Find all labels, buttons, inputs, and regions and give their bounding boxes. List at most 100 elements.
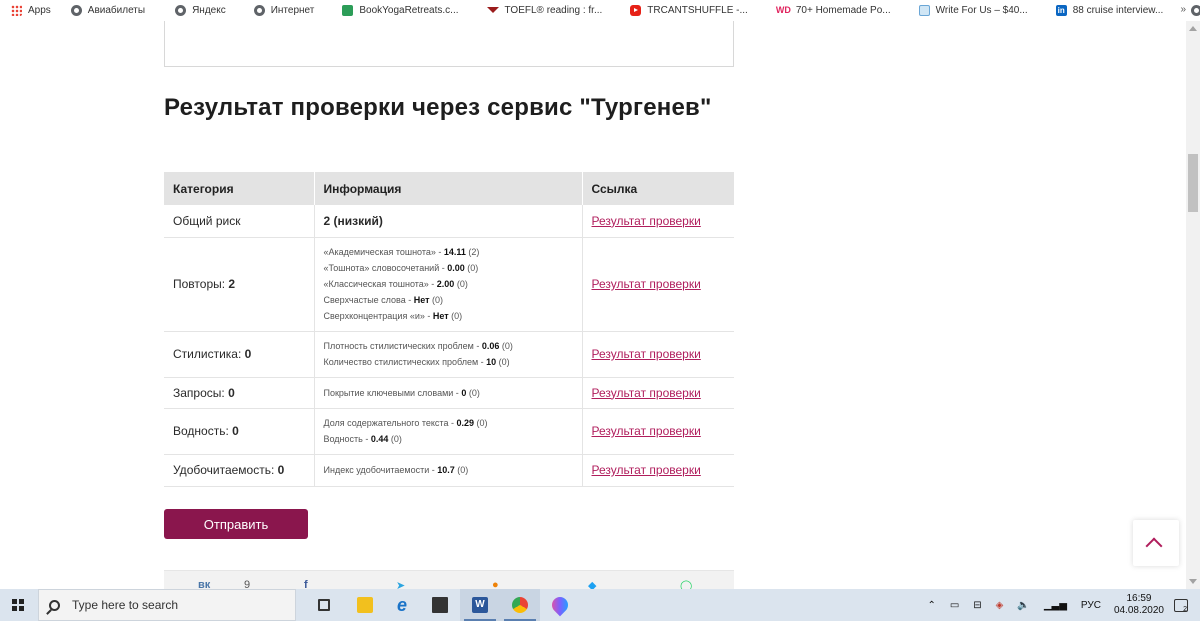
- bookyoga-icon: [342, 5, 354, 16]
- info-metric-label: Индекс удобочитаемости -: [323, 465, 438, 475]
- result-link[interactable]: Результат проверки: [592, 214, 701, 228]
- globe-icon: [253, 5, 265, 16]
- result-link[interactable]: Результат проверки: [592, 463, 701, 477]
- table-row: Водность: 0 Доля содержательного текста -…: [164, 408, 734, 455]
- result-link[interactable]: Результат проверки: [592, 277, 701, 291]
- info-cell: Плотность стилистических проблем - 0.06 …: [313, 331, 582, 378]
- system-tray: ⌃ ▭ ⊟ ◈ 🔈 ▁▃▅ РУС 16:59 04.08.2020 2: [920, 589, 1200, 621]
- taskbar-search-box[interactable]: Type here to search: [38, 589, 296, 621]
- bookmark-item[interactable]: WD 70+ Homemade Po...: [771, 0, 896, 21]
- bookmark-label: Write For Us – $40...: [935, 5, 1028, 16]
- chrome-button[interactable]: [500, 589, 540, 621]
- info-line: Сверхчастые слова - Нет (0): [324, 292, 573, 308]
- clock[interactable]: 16:59 04.08.2020: [1114, 593, 1164, 617]
- scroll-down-arrow-icon[interactable]: [1189, 579, 1197, 584]
- info-line: Количество стилистических проблем - 10 (…: [324, 354, 573, 370]
- info-metric-points: (0): [496, 357, 510, 367]
- word-button[interactable]: W: [460, 589, 500, 621]
- file-explorer-button[interactable]: [345, 589, 385, 621]
- telegram-share-icon[interactable]: ➤: [396, 579, 405, 589]
- youtube-icon: [630, 5, 642, 16]
- whatsapp-share-icon[interactable]: ◯: [680, 579, 692, 589]
- store-button[interactable]: [420, 589, 460, 621]
- bookmark-label: Apps: [28, 5, 51, 16]
- info-line: Индекс удобочитаемости - 10.7 (0): [324, 462, 573, 478]
- table-row: Стилистика: 0 Плотность стилистических пр…: [164, 331, 734, 378]
- chrome-icon: [512, 597, 528, 613]
- category-label: Общий риск: [173, 213, 241, 228]
- bookmark-item[interactable]: BookYogaRetreats.c...: [337, 0, 463, 21]
- windows-logo-icon: [12, 599, 24, 611]
- bookmark-item[interactable]: Авиабилеты: [66, 0, 150, 21]
- twitter-share-icon[interactable]: ◆: [588, 579, 596, 589]
- facebook-share-icon[interactable]: f: [304, 579, 308, 589]
- info-metric-points: (0): [448, 311, 463, 321]
- share-bar: вк 9 f ➤ ● ◆ ◯: [164, 570, 734, 589]
- input-language[interactable]: РУС: [1081, 600, 1101, 611]
- paint3d-button[interactable]: [540, 589, 580, 621]
- info-cell: 2 (низкий): [313, 205, 582, 238]
- info-metric-value: 10: [486, 357, 497, 367]
- search-placeholder: Type here to search: [72, 598, 179, 612]
- volume-icon[interactable]: 🔈: [1017, 600, 1029, 611]
- category-score: 0: [244, 347, 252, 361]
- notification-center-icon[interactable]: 2: [1174, 598, 1188, 613]
- bookmark-item[interactable]: Recruitment Services: [1186, 0, 1200, 21]
- category-score: 0: [232, 424, 239, 438]
- bookmark-item[interactable]: Интернет: [249, 0, 320, 21]
- info-metric-value: 0.44: [370, 434, 389, 444]
- wifi-signal-icon[interactable]: ▁▃▅: [1044, 600, 1067, 611]
- info-metric-value: 0.00: [447, 263, 465, 273]
- info-cell: Покрытие ключевыми словами - 0 (0): [313, 377, 582, 409]
- scrollbar-thumb[interactable]: [1188, 154, 1198, 212]
- battery-icon[interactable]: ▭: [950, 600, 959, 611]
- category-label: Запросы:: [173, 385, 225, 400]
- category-cell: Запросы: 0: [164, 377, 314, 409]
- bookmark-item[interactable]: Write For Us – $40...: [914, 0, 1033, 21]
- result-title: Результат проверки через сервис "Тургене…: [164, 94, 712, 121]
- word-icon: W: [472, 597, 488, 613]
- bookmark-item[interactable]: Apps: [6, 0, 56, 21]
- result-link[interactable]: Результат проверки: [592, 386, 701, 400]
- scroll-up-arrow-icon[interactable]: [1189, 26, 1197, 31]
- table-row: Повторы: 2 «Академическая тошнота» - 14.1…: [164, 237, 734, 332]
- task-view-button[interactable]: [304, 589, 344, 621]
- linkedin-icon: in: [1055, 5, 1067, 16]
- page-scrollbar[interactable]: [1186, 21, 1200, 589]
- vk-share-icon[interactable]: вк: [198, 579, 210, 589]
- bookmark-item[interactable]: in 88 cruise interview...: [1051, 0, 1169, 21]
- bookmark-item[interactable]: TOEFL® reading : fr...: [482, 0, 608, 21]
- info-line: Плотность стилистических проблем - 0.06 …: [324, 338, 573, 354]
- result-link[interactable]: Результат проверки: [592, 424, 701, 438]
- info-line: Водность - 0.44 (0): [324, 431, 573, 447]
- search-icon: [49, 599, 60, 611]
- bookmarks-overflow-button[interactable]: »: [1180, 4, 1186, 15]
- odnoklassniki-share-icon[interactable]: ●: [492, 579, 499, 589]
- bookmark-item[interactable]: Яндекс: [170, 0, 231, 21]
- scroll-to-top-button[interactable]: [1133, 520, 1179, 566]
- edge-button[interactable]: e: [385, 589, 425, 621]
- info-metric-value: 0.29: [456, 418, 474, 428]
- vk-share-count: 9: [244, 579, 251, 589]
- bookmarks-bar: Apps Авиабилеты Яндекс Интернет BookYogaRetr…: [0, 0, 1200, 21]
- bookmark-label: Авиабилеты: [87, 5, 146, 16]
- result-link[interactable]: Результат проверки: [592, 347, 701, 361]
- info-cell: Индекс удобочитаемости - 10.7 (0): [313, 454, 582, 487]
- info-metric-points: (0): [466, 387, 480, 398]
- antivirus-icon[interactable]: ◈: [996, 600, 1004, 611]
- start-button[interactable]: [0, 589, 38, 621]
- network-icon[interactable]: ⊟: [973, 600, 981, 611]
- info-metric-points: (0): [388, 434, 402, 444]
- info-cell: «Академическая тошнота» - 14.11 (2) «Тошн…: [313, 237, 582, 332]
- table-row: Запросы: 0 Покрытие ключевыми словами - 0…: [164, 377, 734, 409]
- link-cell: Результат проверки: [581, 331, 734, 378]
- send-button[interactable]: Отправить: [164, 509, 308, 539]
- bookmark-label: TRCANTSHUFFLE -...: [647, 5, 748, 16]
- show-hidden-icons-chevron-icon[interactable]: ⌃: [927, 600, 935, 611]
- info-metric-label: Водность -: [323, 434, 371, 444]
- info-line: Покрытие ключевыми словами - 0 (0): [324, 385, 573, 401]
- info-metric-points: (2): [465, 247, 480, 257]
- category-cell: Общий риск: [164, 205, 314, 238]
- writeforus-icon: [918, 5, 930, 16]
- bookmark-item[interactable]: TRCANTSHUFFLE -...: [625, 0, 753, 21]
